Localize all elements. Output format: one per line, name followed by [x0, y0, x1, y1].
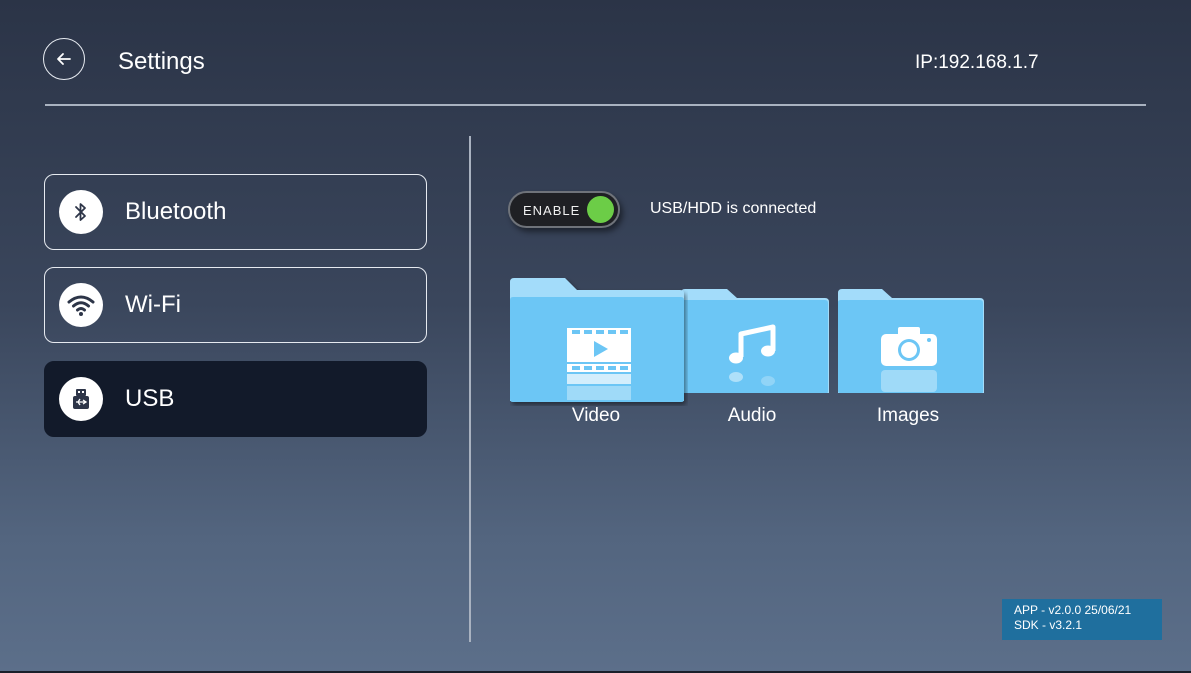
- wifi-icon: [59, 283, 103, 327]
- usb-icon: [59, 377, 103, 421]
- folder-audio[interactable]: [681, 289, 829, 395]
- page-title: Settings: [118, 48, 205, 75]
- toggle-label: ENABLE: [523, 203, 581, 218]
- header-divider: [45, 104, 1146, 106]
- usb-status-text: USB/HDD is connected: [650, 200, 817, 217]
- sidebar-item-label: Bluetooth: [125, 198, 227, 225]
- camera-icon: [881, 327, 937, 392]
- video-icon: [567, 328, 631, 400]
- sidebar-item-wifi[interactable]: Wi-Fi: [44, 267, 427, 343]
- bluetooth-icon: [59, 190, 103, 234]
- folder-images[interactable]: [838, 289, 984, 395]
- sidebar-item-bluetooth[interactable]: Bluetooth: [44, 174, 427, 250]
- sidebar-item-usb[interactable]: USB: [44, 361, 427, 437]
- vertical-divider: [469, 136, 471, 642]
- sidebar-item-label: Wi-Fi: [125, 291, 181, 318]
- folder-icon: [838, 289, 984, 393]
- arrow-left-icon: [57, 53, 71, 65]
- sidebar-item-label: USB: [125, 385, 175, 412]
- ip-address-label: IP:192.168.1.7: [915, 52, 1039, 73]
- folder-video[interactable]: [510, 278, 688, 406]
- back-button[interactable]: [43, 38, 85, 80]
- sdk-version: SDK - v3.2.1: [1014, 618, 1083, 632]
- toggle-knob: [587, 196, 614, 223]
- enable-toggle[interactable]: ENABLE: [508, 191, 620, 228]
- folder-icon: [510, 278, 684, 402]
- folder-icon: [681, 289, 829, 393]
- folder-label-audio: Audio: [727, 405, 777, 426]
- app-version: APP - v2.0.0 25/06/21: [1014, 603, 1132, 617]
- version-info: APP - v2.0.0 25/06/21 SDK - v3.2.1: [1002, 599, 1162, 640]
- folder-label-images: Images: [876, 405, 940, 426]
- folder-label-video: Video: [571, 405, 621, 426]
